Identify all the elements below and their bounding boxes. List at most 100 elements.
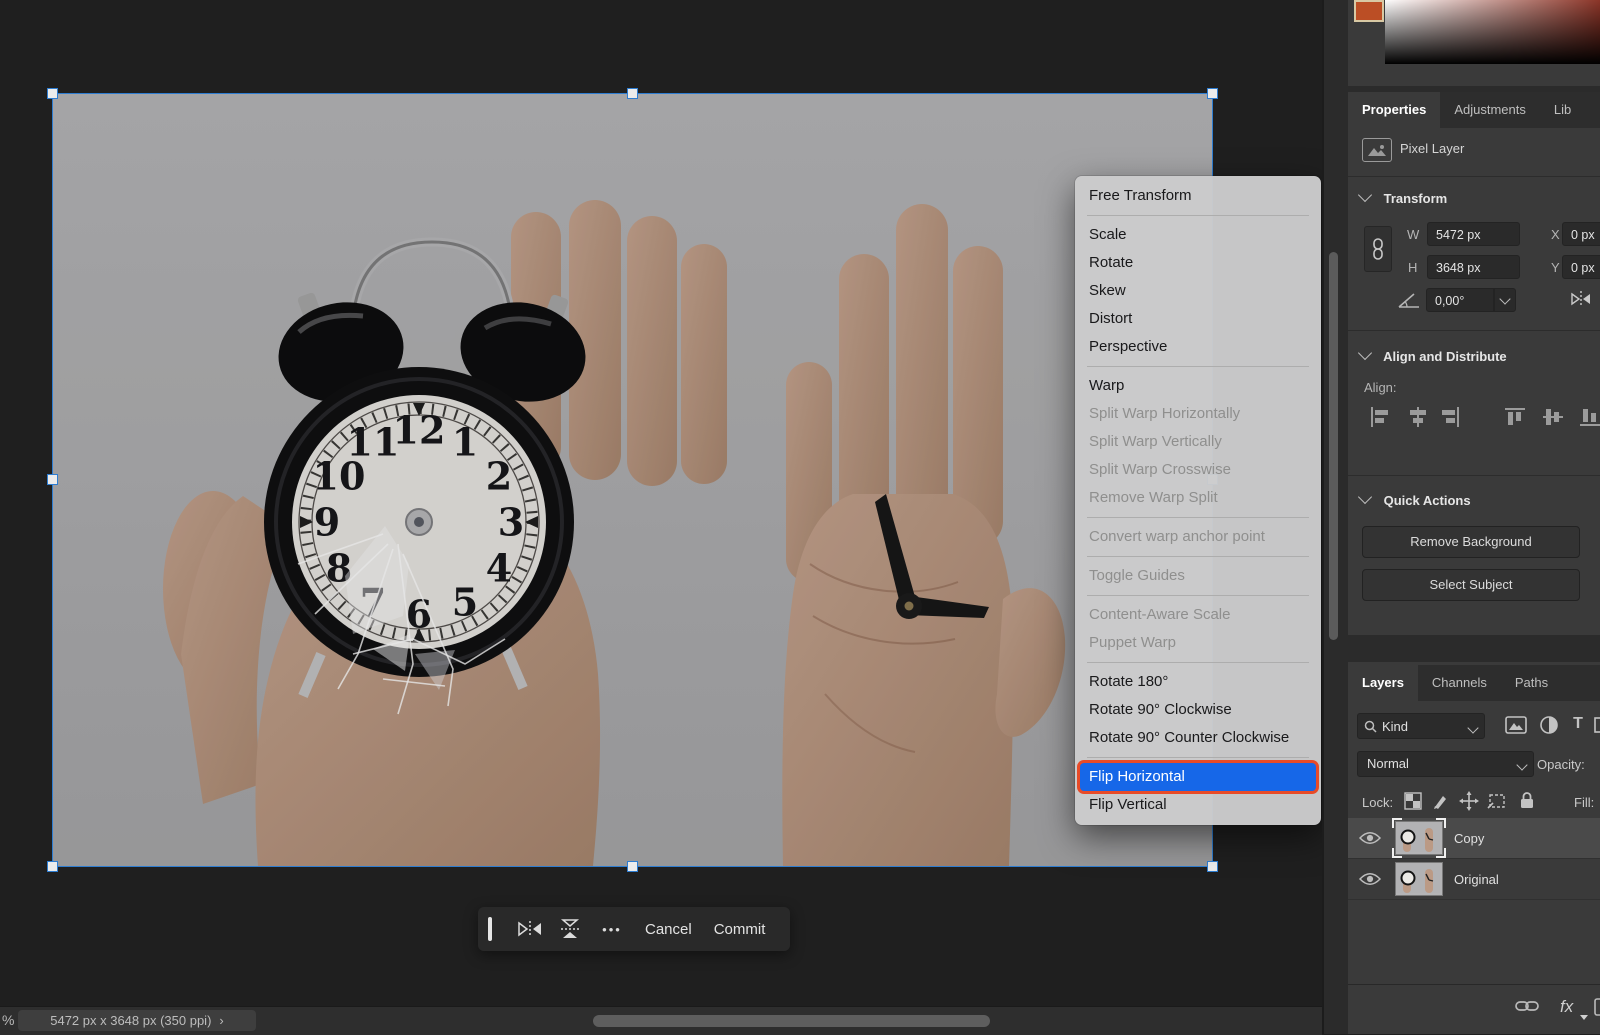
visibility-eye-icon[interactable] [1359,872,1381,886]
align-top-icon[interactable] [1504,406,1526,428]
vertical-scrollbar[interactable] [1329,252,1338,640]
angle-dropdown[interactable] [1494,288,1516,312]
drag-handle[interactable] [488,917,492,941]
menu-item[interactable]: Toggle Guides [1075,562,1321,590]
visibility-eye-icon[interactable] [1359,831,1381,845]
transform-handle-top-center[interactable] [627,88,638,99]
lock-all-icon[interactable] [1519,791,1535,810]
transform-handle-bottom-right[interactable] [1207,861,1218,872]
layer-thumbnail[interactable] [1395,821,1443,855]
menu-item[interactable]: Flip Horizontal [1080,763,1316,791]
transform-handle-bottom-left[interactable] [47,861,58,872]
align-center-vertical-icon[interactable] [1542,406,1564,428]
layers-list: Copy [1348,818,1600,900]
pixel-layer-icon [1362,138,1392,162]
cancel-button[interactable]: Cancel [634,921,703,938]
transform-section-header[interactable]: Transform [1360,190,1447,206]
menu-item [1087,757,1309,758]
menu-item[interactable]: Free Transform [1075,182,1321,210]
lock-paint-brush-icon[interactable] [1432,792,1450,810]
menu-item[interactable]: Skew [1075,277,1321,305]
align-distribute-section-header[interactable]: Align and Distribute [1360,348,1507,364]
select-subject-button[interactable]: Select Subject [1362,569,1580,601]
menu-item[interactable]: Puppet Warp [1075,629,1321,657]
link-layers-icon[interactable] [1515,997,1539,1015]
transform-handle-mid-left[interactable] [47,474,58,485]
transform-handle-bottom-center[interactable] [627,861,638,872]
lock-transparency-icon[interactable] [1404,792,1422,810]
layer-row[interactable]: Original [1348,859,1600,900]
y-field[interactable]: 0 px [1562,255,1600,279]
filter-type-layers-icon[interactable]: T [1569,714,1587,734]
tab-properties[interactable]: Properties [1348,92,1440,128]
menu-item[interactable]: Split Warp Horizontally [1075,400,1321,428]
menu-item[interactable]: Convert warp anchor point [1075,523,1321,551]
kind-filter-combo[interactable]: Kind [1357,713,1485,739]
tab-paths[interactable]: Paths [1501,665,1562,701]
document-info[interactable]: 5472 px x 3648 px (350 ppi) › [18,1010,256,1031]
foreground-color-swatch[interactable] [1354,0,1384,22]
menu-item [1087,662,1309,663]
horizontal-scrollbar[interactable] [593,1015,990,1027]
menu-item[interactable]: Perspective [1075,333,1321,361]
filter-shape-layers-icon[interactable] [1593,716,1600,734]
menu-item[interactable]: Rotate 90° Clockwise [1075,696,1321,724]
filter-adjustment-layers-icon[interactable] [1539,715,1559,735]
x-label: X [1551,227,1560,242]
menu-item [1087,556,1309,557]
flip-horizontal-icon[interactable] [510,914,550,944]
layer-style-fx-icon[interactable]: fx [1560,997,1573,1017]
lock-label: Lock: [1362,795,1393,810]
more-options-icon[interactable]: ••• [590,922,634,937]
commit-button[interactable]: Commit [703,921,777,938]
transform-selection-border[interactable] [52,93,1213,867]
status-bar: % 5472 px x 3648 px (350 ppi) › [0,1006,1322,1035]
menu-item[interactable]: Rotate 90° Counter Clockwise [1075,724,1321,752]
width-label: W [1407,227,1419,242]
width-field[interactable]: 5472 px [1427,222,1520,246]
angle-field[interactable]: 0,00° [1426,288,1494,312]
remove-background-button[interactable]: Remove Background [1362,526,1580,558]
transform-handle-top-right[interactable] [1207,88,1218,99]
layers-panel: Layers Channels Paths Kind T Normal Opac… [1348,662,1600,1034]
layer-row[interactable]: Copy [1348,818,1600,859]
constrain-proportions-link-icon[interactable] [1364,226,1392,272]
lock-position-move-icon[interactable] [1459,791,1479,811]
align-right-icon[interactable] [1439,406,1461,428]
chevron-down-icon [1358,490,1372,504]
menu-item[interactable]: Split Warp Vertically [1075,428,1321,456]
fx-caret-icon [1580,1015,1588,1020]
flip-icon[interactable] [1569,289,1593,309]
tab-channels[interactable]: Channels [1418,665,1501,701]
align-label: Align: [1364,380,1397,395]
filter-pixel-layers-icon[interactable] [1505,716,1527,734]
add-mask-icon[interactable] [1594,998,1600,1016]
tab-layers[interactable]: Layers [1348,665,1418,701]
lock-artboard-icon[interactable] [1487,792,1507,810]
align-left-icon[interactable] [1369,406,1391,428]
menu-item[interactable]: Scale [1075,221,1321,249]
tab-libraries[interactable]: Lib [1540,92,1585,128]
blend-mode-select[interactable]: Normal [1357,751,1534,777]
layer-thumbnail[interactable] [1395,862,1443,896]
menu-item[interactable]: Rotate [1075,249,1321,277]
menu-item[interactable]: Flip Vertical [1075,791,1321,819]
flip-vertical-icon[interactable] [550,914,590,944]
menu-item[interactable]: Split Warp Crosswise [1075,456,1321,484]
menu-item[interactable]: Content-Aware Scale [1075,601,1321,629]
tab-adjustments[interactable]: Adjustments [1440,92,1540,128]
menu-item[interactable]: Remove Warp Split [1075,484,1321,512]
x-field[interactable]: 0 px [1562,222,1600,246]
height-field[interactable]: 3648 px [1427,255,1520,279]
chevron-down-icon [1467,722,1478,733]
properties-tabbar: Properties Adjustments Lib [1348,92,1600,128]
align-center-horizontal-icon[interactable] [1407,406,1429,428]
menu-item[interactable]: Distort [1075,305,1321,333]
color-picker-gradient[interactable] [1385,0,1600,64]
transform-handle-top-left[interactable] [47,88,58,99]
quick-actions-section-header[interactable]: Quick Actions [1360,492,1471,508]
menu-item[interactable]: Warp [1075,372,1321,400]
align-bottom-icon[interactable] [1579,406,1600,428]
menu-item[interactable]: Rotate 180° [1075,668,1321,696]
layers-panel-footer: fx [1348,984,1600,1034]
